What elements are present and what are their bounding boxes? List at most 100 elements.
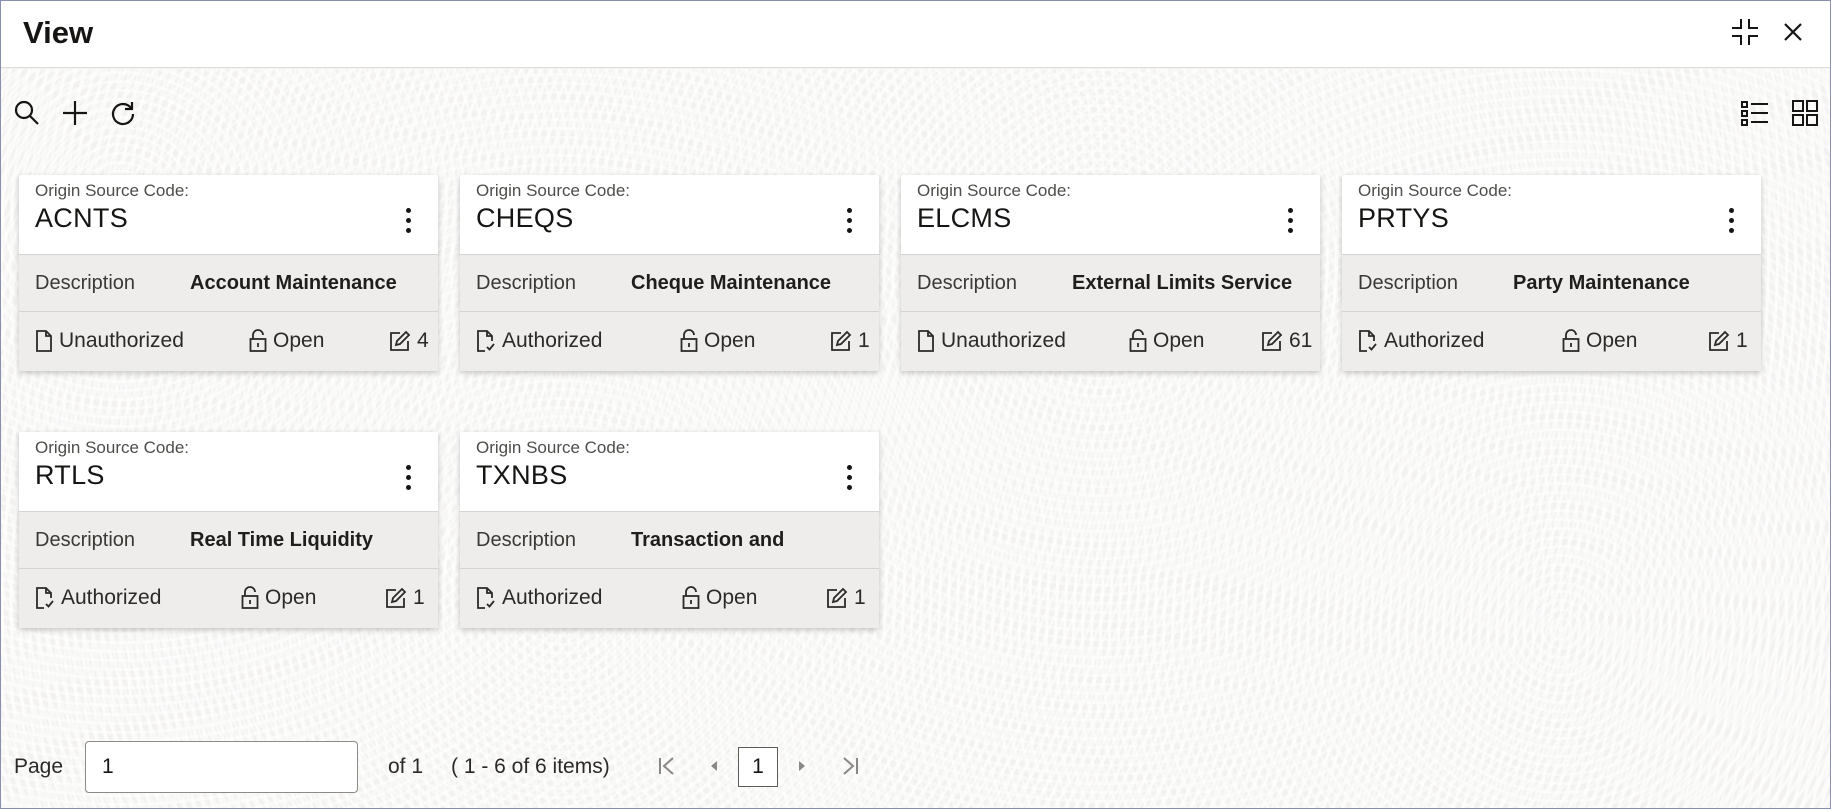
origin-source-code-label: Origin Source Code: [476,181,631,200]
modification-count-text: 61 [1289,329,1313,352]
card-header: Origin Source Code: CHEQS [460,175,879,255]
description-value: Cheque Maintenance [631,272,832,294]
grid-view-button[interactable] [1788,96,1822,130]
kebab-dot [405,484,411,490]
record-status-text: Open [265,586,317,609]
kebab-dot [1728,217,1734,223]
refresh-button[interactable] [106,96,140,130]
document-icon [36,330,52,352]
kebab-dot [846,474,852,480]
kebab-dot [1287,227,1293,233]
authorization-status: Authorized [476,586,602,610]
pagination-bar: Page of 1 ( 1 - 6 of 6 items) 1 [1,739,901,795]
record-card[interactable]: Origin Source Code: PRTYS Description Party… [1342,175,1761,371]
more-actions-button[interactable] [837,460,861,494]
search-icon [14,100,39,125]
window-title: View [23,15,94,50]
record-card[interactable]: Origin Source Code: RTLS Description Real T… [19,432,438,628]
more-actions-button[interactable] [837,203,861,237]
close-icon [1784,23,1802,41]
modification-count: 61 [1261,329,1312,353]
more-actions-button[interactable] [1278,203,1302,237]
record-card[interactable]: Origin Source Code: TXNBS Description Trans… [460,432,879,628]
modification-count: 1 [385,586,425,610]
unlock-icon [682,586,700,609]
kebab-dot [846,464,852,470]
kebab-dot [1287,217,1293,223]
description-label: Description [476,272,577,294]
record-status: Open [680,329,755,353]
record-card[interactable]: Origin Source Code: ELCMS Description Exter… [901,175,1320,371]
more-actions-button[interactable] [1719,203,1743,237]
card-header: Origin Source Code: RTLS [19,432,438,512]
card-description-row: Description Real Time Liquidity [19,512,438,569]
more-actions-button[interactable] [396,460,420,494]
modification-count: 1 [830,329,870,353]
page-number-input[interactable] [85,741,358,793]
view-window: View Origin Source Code: ACNTS Descripti… [0,0,1831,809]
description-value: Party Maintenance [1513,272,1690,294]
card-description-row: Description External Limits Service [901,255,1320,312]
first-page-button[interactable] [652,751,682,781]
authorization-status-text: Authorized [61,586,162,609]
current-page-button[interactable]: 1 [738,747,778,787]
authorization-status-text: Authorized [502,586,603,609]
document-icon [918,330,934,352]
origin-source-code-label: Origin Source Code: [35,438,190,457]
unlock-icon [249,329,267,352]
modification-count-text: 1 [1736,329,1748,352]
document-check-icon [477,330,495,352]
last-page-button[interactable] [835,751,865,781]
authorization-status: Authorized [1358,329,1484,353]
triangle-left-icon [711,761,717,771]
origin-source-code-label: Origin Source Code: [1358,181,1513,200]
kebab-dot [1728,227,1734,233]
document-check-icon [477,587,495,609]
next-page-button[interactable] [787,751,817,781]
plus-icon [63,101,87,125]
description-value: Transaction and [631,529,785,551]
description-label: Description [35,529,136,551]
more-actions-button[interactable] [396,203,420,237]
modification-count: 4 [389,329,429,353]
card-header: Origin Source Code: ELCMS [901,175,1320,255]
list-view-button[interactable] [1738,96,1772,130]
card-description-row: Description Party Maintenance [1342,255,1761,312]
record-status: Open [1562,329,1637,353]
description-label: Description [917,272,1018,294]
authorization-status: Authorized [476,329,602,353]
modification-count-text: 1 [858,329,870,352]
kebab-dot [405,464,411,470]
previous-page-button[interactable] [699,751,729,781]
modification-count-text: 1 [854,586,866,609]
card-footer: Unauthorized Open 4 [19,312,438,371]
description-label: Description [1358,272,1459,294]
card-header: Origin Source Code: TXNBS [460,432,879,512]
record-status: Open [1129,329,1204,353]
record-status-text: Open [706,586,758,609]
unlock-icon [241,586,259,609]
record-card[interactable]: Origin Source Code: CHEQS Description Chequ… [460,175,879,371]
page-total-text: of 1 [388,755,424,778]
edit-icon [831,330,852,351]
card-header: Origin Source Code: ACNTS [19,175,438,255]
search-button[interactable] [10,96,44,130]
record-card[interactable]: Origin Source Code: ACNTS Description Accou… [19,175,438,371]
items-range-text: ( 1 - 6 of 6 items) [451,755,610,778]
edit-icon [1262,330,1283,351]
close-button[interactable] [1776,15,1810,49]
document-check-icon [1359,330,1377,352]
origin-source-code-value: PRTYS [1358,203,1450,233]
record-status: Open [682,586,757,610]
minimize-button[interactable] [1728,15,1762,49]
title-bar: View [1,1,1830,68]
last-page-icon [843,757,858,775]
modification-count: 1 [1708,329,1748,353]
add-button[interactable] [58,96,92,130]
unlock-icon [1562,329,1580,352]
edit-icon [827,587,848,608]
description-value: Account Maintenance [190,272,397,294]
refresh-icon [111,102,135,126]
record-status-text: Open [273,329,325,352]
record-status: Open [241,586,316,610]
